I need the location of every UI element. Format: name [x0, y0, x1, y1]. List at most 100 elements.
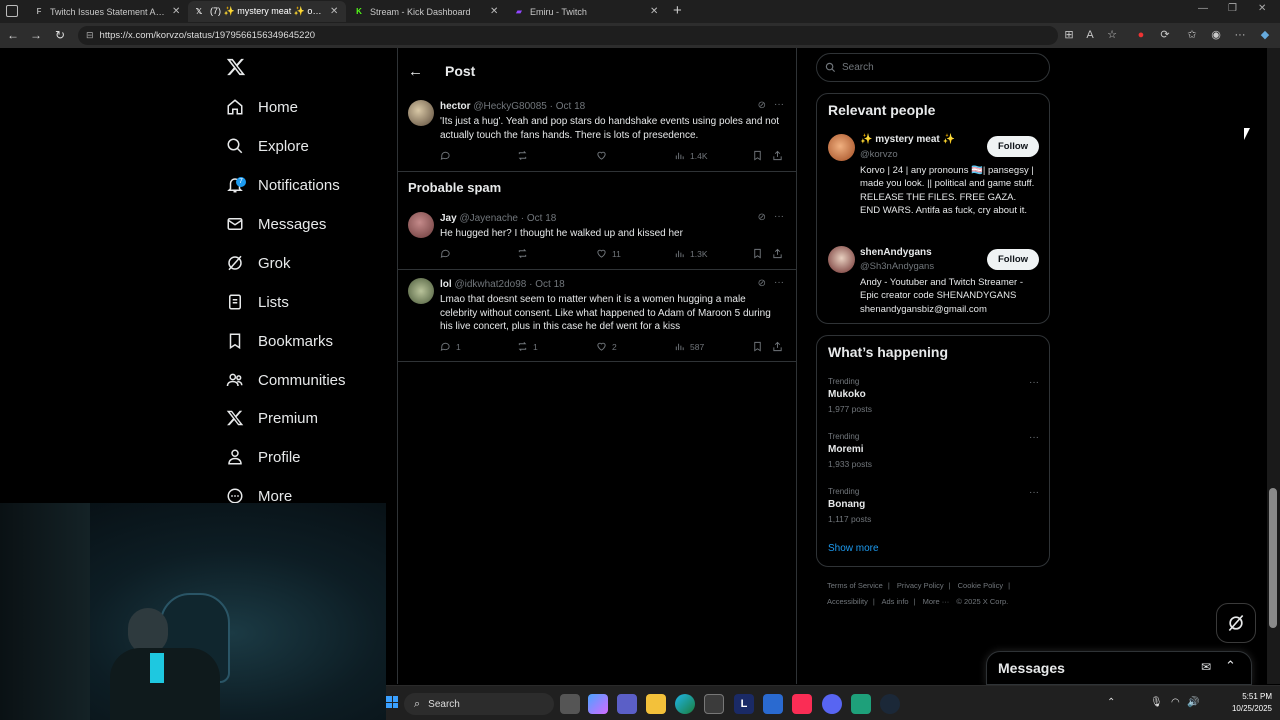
- views-button[interactable]: 587: [674, 341, 704, 352]
- avatar[interactable]: [408, 278, 434, 304]
- scrollbar-thumb[interactable]: [1269, 488, 1277, 628]
- more-options-icon[interactable]: ···: [1029, 432, 1039, 443]
- reply-button[interactable]: [440, 150, 456, 161]
- music-app-icon[interactable]: [792, 694, 812, 714]
- privacy-link[interactable]: Privacy Policy: [897, 581, 944, 590]
- grok-button[interactable]: [1216, 603, 1256, 643]
- file-explorer-icon[interactable]: [646, 694, 666, 714]
- wifi-icon[interactable]: ◠: [1171, 697, 1180, 708]
- nav-grok[interactable]: Grok: [226, 249, 291, 277]
- extension-icon[interactable]: ●: [1133, 27, 1149, 43]
- search-input[interactable]: Search: [816, 53, 1050, 82]
- nav-notifications[interactable]: 7 Notifications: [226, 171, 340, 199]
- grok-icon[interactable]: ⊘: [758, 100, 766, 111]
- author-handle[interactable]: @idkwhat2do98: [454, 279, 526, 290]
- repost-button[interactable]: [517, 150, 533, 161]
- more-options-icon[interactable]: ···: [1029, 487, 1039, 498]
- nav-communities[interactable]: Communities: [226, 366, 346, 394]
- favorites-icon[interactable]: ✩: [1184, 27, 1200, 43]
- more-link[interactable]: More ···: [923, 597, 950, 606]
- back-icon[interactable]: ←: [5, 27, 21, 43]
- share-button[interactable]: [772, 150, 783, 161]
- grok-icon[interactable]: ⊘: [758, 278, 766, 289]
- copilot-app-icon[interactable]: [588, 694, 608, 714]
- more-options-icon[interactable]: ···: [774, 211, 784, 222]
- terms-link[interactable]: Terms of Service: [827, 581, 883, 590]
- back-arrow-icon[interactable]: ←: [408, 63, 423, 80]
- bookmark-button[interactable]: [752, 248, 763, 259]
- trend-name[interactable]: Moremi: [828, 444, 864, 455]
- person-handle[interactable]: @korvzo: [860, 149, 898, 160]
- start-icon[interactable]: [386, 696, 398, 708]
- reply-button[interactable]: [440, 248, 456, 259]
- share-button[interactable]: [772, 341, 783, 352]
- like-button[interactable]: 2: [596, 341, 617, 352]
- discord-icon[interactable]: [822, 694, 842, 714]
- tab-close-icon[interactable]: ✕: [172, 6, 182, 17]
- bookmark-button[interactable]: [752, 341, 763, 352]
- close-window-icon[interactable]: ✕: [1258, 3, 1266, 14]
- more-options-icon[interactable]: ···: [774, 277, 784, 288]
- browser-tab[interactable]: K Stream - Kick Dashboard ✕: [348, 1, 506, 22]
- author-name[interactable]: lol: [440, 279, 452, 290]
- trend-name[interactable]: Mukoko: [828, 389, 866, 400]
- messages-dock[interactable]: Messages ✉ ⌃: [986, 651, 1252, 685]
- repost-button[interactable]: 1: [517, 341, 538, 352]
- taskbar-search[interactable]: ⌕ Search: [404, 693, 554, 715]
- cookie-link[interactable]: Cookie Policy: [958, 581, 1003, 590]
- like-button[interactable]: [596, 150, 612, 161]
- x-logo-icon[interactable]: [226, 57, 246, 77]
- forward-icon[interactable]: →: [28, 27, 44, 43]
- like-button[interactable]: 11: [596, 248, 621, 259]
- browser-tab[interactable]: F Twitch Issues Statement After Emi ✕: [28, 1, 188, 22]
- reply-date[interactable]: Oct 18: [527, 213, 556, 224]
- mic-icon[interactable]: 🎙: [1150, 697, 1163, 708]
- tab-close-icon[interactable]: ✕: [650, 6, 660, 17]
- new-tab-button[interactable]: +: [673, 2, 682, 19]
- accessibility-link[interactable]: Accessibility: [827, 597, 868, 606]
- store-icon[interactable]: [704, 694, 724, 714]
- copilot-icon[interactable]: ◆: [1257, 27, 1273, 43]
- sync-icon[interactable]: ⟳: [1157, 27, 1173, 43]
- minimize-icon[interactable]: —: [1198, 3, 1208, 14]
- edge-icon[interactable]: [675, 694, 695, 714]
- volume-icon[interactable]: 🔊: [1187, 697, 1199, 708]
- trend-name[interactable]: Bonang: [828, 499, 865, 510]
- views-button[interactable]: 1.4K: [674, 150, 708, 161]
- avatar[interactable]: [828, 246, 855, 273]
- nav-lists[interactable]: Lists: [226, 288, 289, 316]
- repost-button[interactable]: [517, 248, 533, 259]
- nav-messages[interactable]: Messages: [226, 210, 326, 238]
- tray-chevron-icon[interactable]: ⌃: [1107, 697, 1115, 708]
- author-name[interactable]: hector: [440, 101, 471, 112]
- nav-premium[interactable]: Premium: [226, 404, 318, 432]
- settings-more-icon[interactable]: ···: [1232, 27, 1248, 43]
- teams-icon[interactable]: [617, 694, 637, 714]
- bookmark-button[interactable]: [752, 150, 763, 161]
- browser-tab-active[interactable]: 𝕏 (7) ✨ mystery meat ✨ on X: "@ ✕: [188, 1, 346, 22]
- l-app-icon[interactable]: L: [734, 694, 754, 714]
- avatar[interactable]: [828, 134, 855, 161]
- url-field[interactable]: ⊟ https://x.com/korvzo/status/1979566156…: [78, 26, 1058, 45]
- follow-button[interactable]: Follow: [987, 249, 1039, 270]
- follow-button[interactable]: Follow: [987, 136, 1039, 157]
- grok-icon[interactable]: ⊘: [758, 212, 766, 223]
- browser-tab[interactable]: ▰ Emiru - Twitch ✕: [508, 1, 666, 22]
- read-aloud-icon[interactable]: A: [1082, 27, 1098, 43]
- favorite-star-icon[interactable]: ☆: [1104, 27, 1120, 43]
- reply-item[interactable]: Jay @Jayenache · Oct 18 ⊘ ··· He hugged …: [398, 204, 796, 270]
- more-options-icon[interactable]: ···: [1029, 377, 1039, 388]
- nav-explore[interactable]: Explore: [226, 132, 309, 160]
- author-handle[interactable]: @HeckyG80085: [473, 101, 547, 112]
- reply-date[interactable]: Oct 18: [556, 101, 585, 112]
- views-button[interactable]: 1.3K: [674, 248, 708, 259]
- taskbar-clock[interactable]: 5:51 PM 10/25/2025: [1222, 691, 1272, 715]
- show-more-link[interactable]: Show more: [828, 543, 879, 554]
- reply-date[interactable]: Oct 18: [535, 279, 564, 290]
- split-screen-icon[interactable]: ⊞: [1061, 27, 1077, 43]
- share-button[interactable]: [772, 248, 783, 259]
- stream-app-icon[interactable]: [851, 694, 871, 714]
- reply-button[interactable]: 1: [440, 341, 461, 352]
- person-name[interactable]: ✨ mystery meat ✨: [860, 134, 955, 145]
- nav-bookmarks[interactable]: Bookmarks: [226, 327, 333, 355]
